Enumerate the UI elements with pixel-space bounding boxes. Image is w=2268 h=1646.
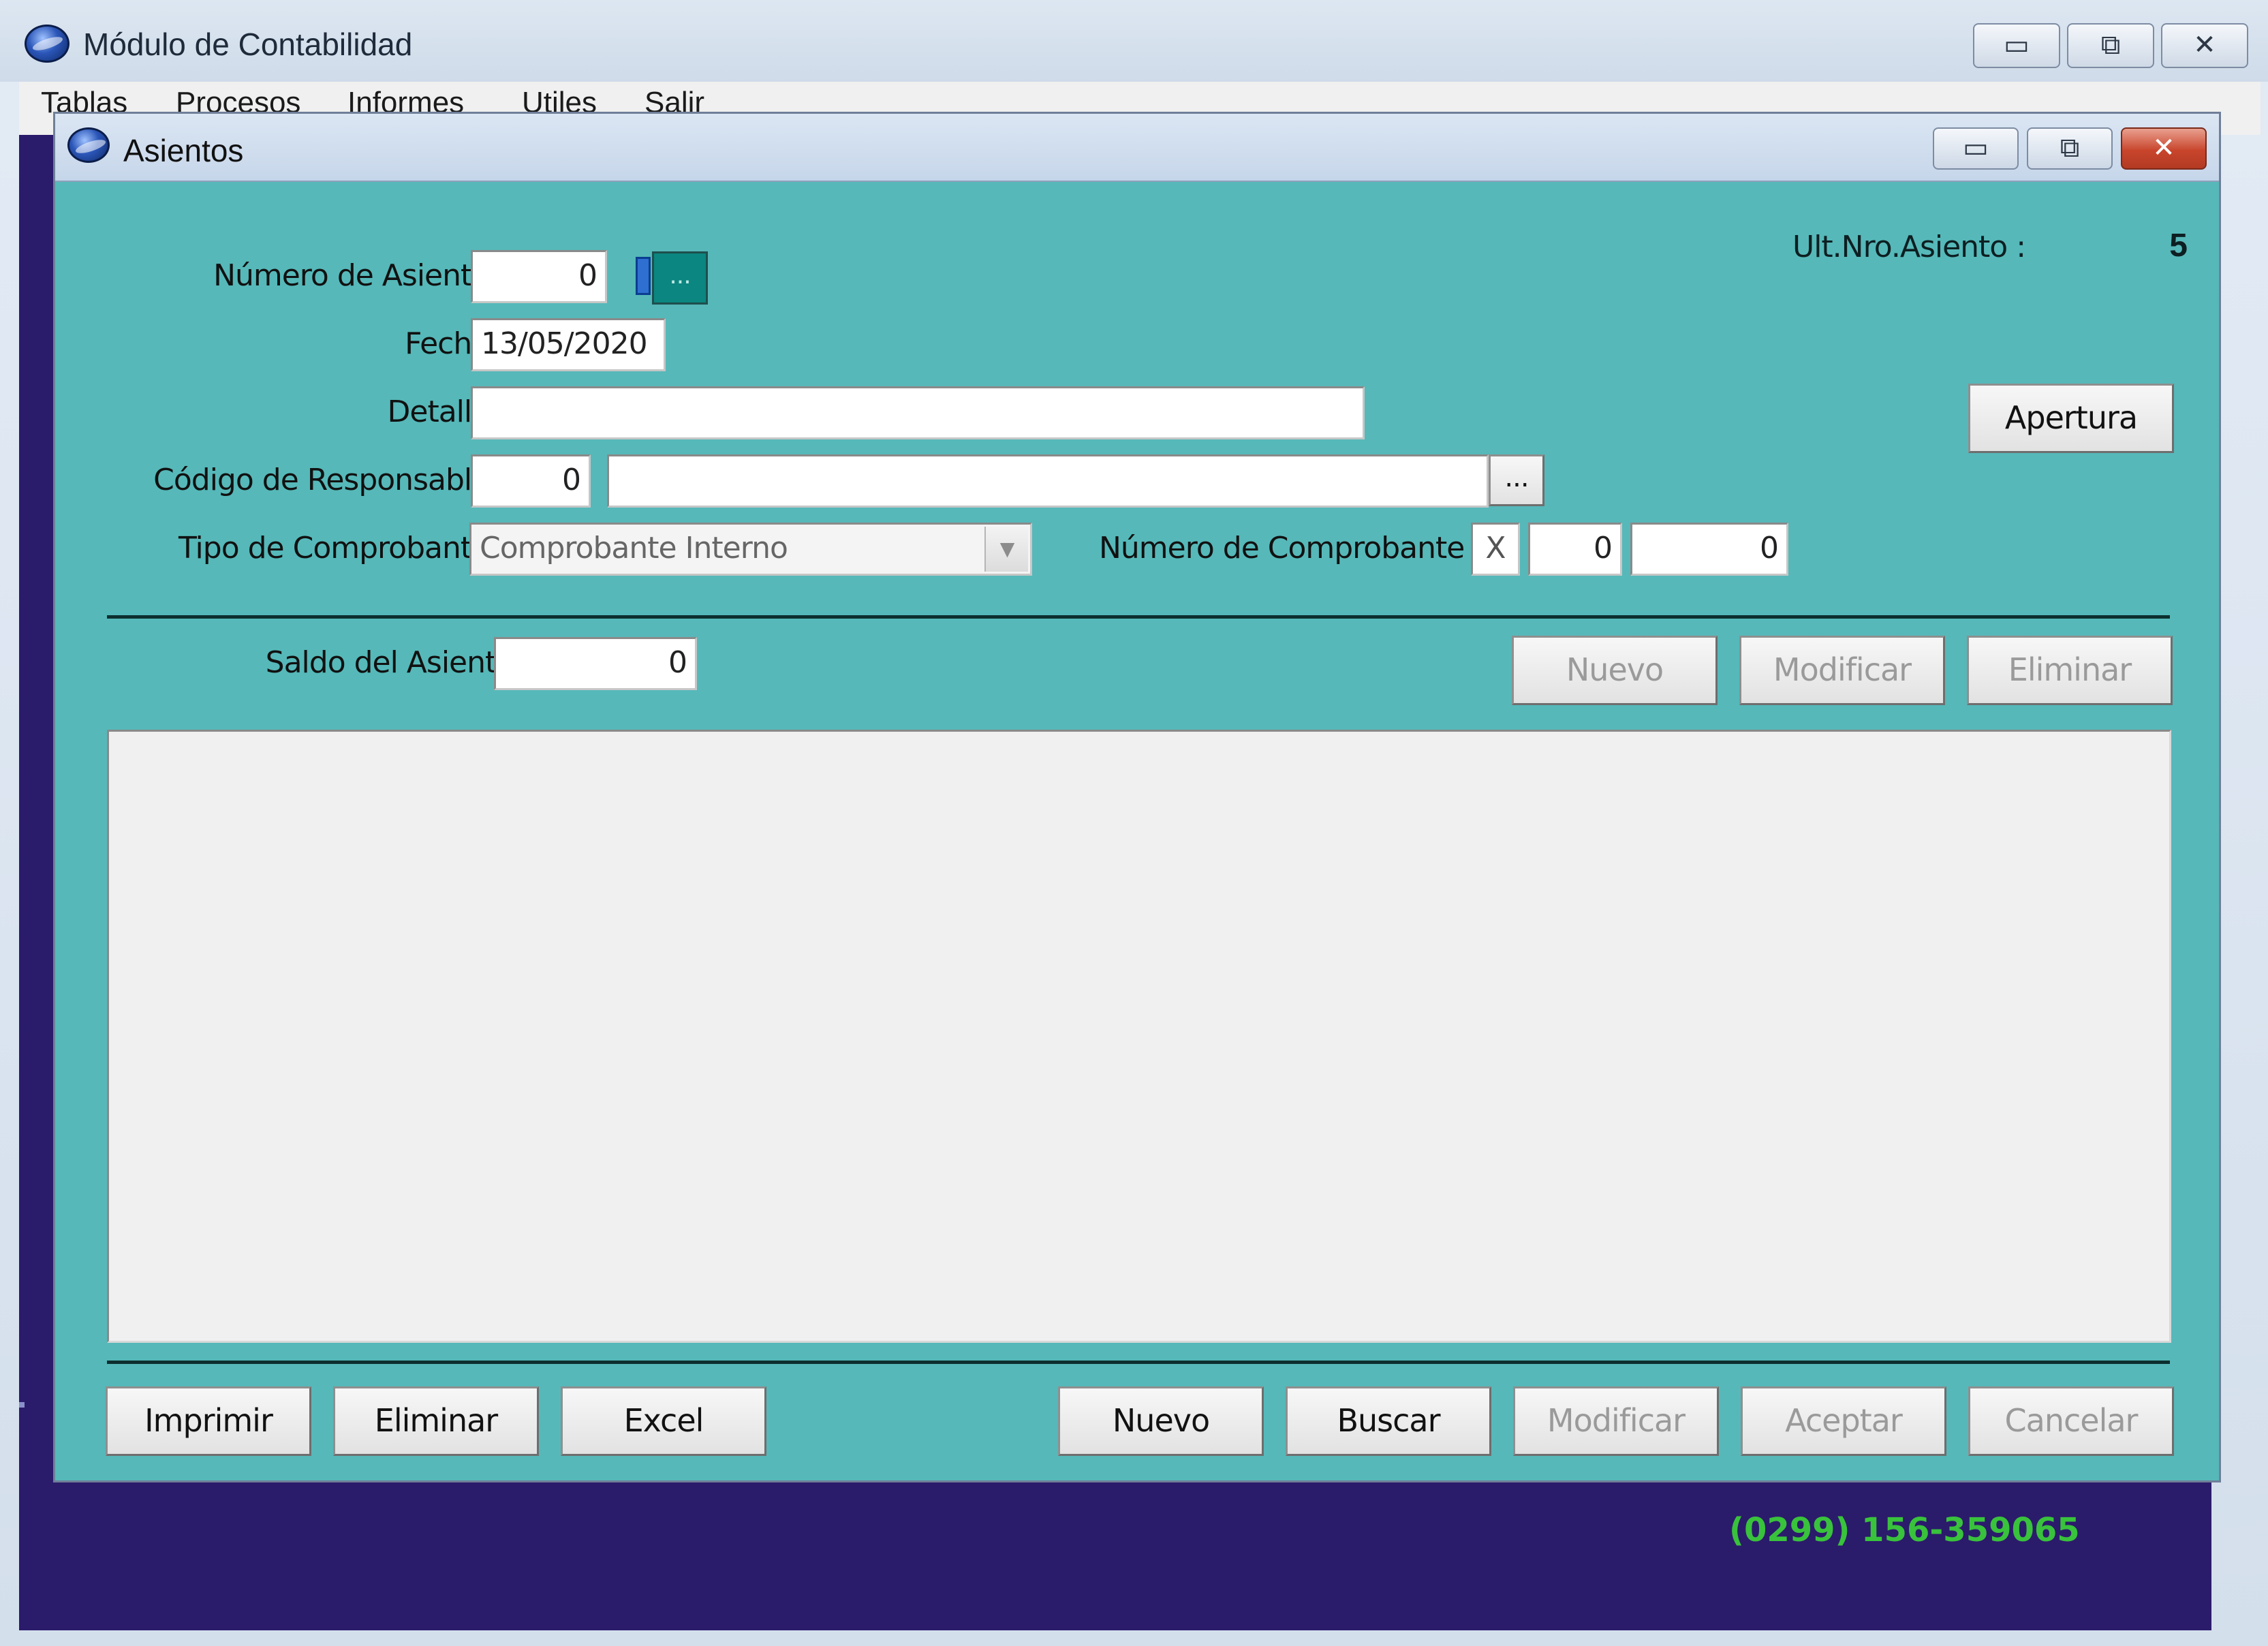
asiento-lines-grid[interactable] [107, 730, 2171, 1343]
codigo-responsable-label: Código de Responsable : [153, 463, 508, 497]
app-globe-icon [25, 25, 69, 63]
asientos-titlebar: Asientos ▭ ⧉ ✕ [55, 114, 2219, 182]
comprobante-letra-input[interactable]: X [1471, 523, 1520, 576]
linea-eliminar-button[interactable]: Eliminar [1967, 636, 2173, 705]
asientos-window: Asientos ▭ ⧉ ✕ Ult.Nro.Asiento : 5 Númer… [53, 112, 2221, 1482]
tipo-comprobante-select[interactable]: Comprobante Interno ▼ [469, 523, 1032, 576]
contact-phone: (0299) 156-359065 [1729, 1511, 2080, 1549]
numero-asiento-input[interactable]: 0 [471, 250, 607, 303]
cancelar-button[interactable]: Cancelar [1968, 1386, 2174, 1456]
imprimir-button[interactable]: Imprimir [106, 1386, 311, 1456]
ult-nro-asiento-value: 5 [2169, 228, 2188, 264]
modificar-button[interactable]: Modificar [1513, 1386, 1719, 1456]
comprobante-numero-input[interactable]: 0 [1630, 523, 1788, 576]
numero-asiento-label: Número de Asiento : [213, 258, 508, 293]
fecha-input[interactable]: 13/05/2020 [471, 318, 666, 371]
top-divider [107, 615, 2170, 619]
comprobante-punto-venta-input[interactable]: 0 [1528, 523, 1622, 576]
bottom-divider [107, 1361, 2170, 1364]
saldo-asiento-input: 0 [494, 637, 697, 690]
numero-asiento-lookup-button[interactable]: ... [652, 251, 708, 305]
eliminar-button[interactable]: Eliminar [333, 1386, 539, 1456]
aceptar-button[interactable]: Aceptar [1741, 1386, 1946, 1456]
main-maximize-button[interactable]: ⧉ [2067, 23, 2154, 68]
asientos-maximize-button[interactable]: ⧉ [2027, 127, 2113, 170]
dropdown-arrow-icon[interactable]: ▼ [984, 527, 1028, 572]
asientos-close-button[interactable]: ✕ [2121, 127, 2207, 170]
asientos-window-title: Asientos [123, 133, 244, 168]
main-window: Módulo de Contabilidad ▭ ⧉ ✕ Tablas Proc… [0, 0, 2268, 1646]
ult-nro-asiento-label: Ult.Nro.Asiento : [1792, 230, 2026, 264]
responsable-name-input[interactable] [607, 454, 1489, 508]
asientos-globe-icon [67, 127, 110, 163]
responsable-lookup-button[interactable]: ... [1489, 454, 1544, 506]
linea-nuevo-button[interactable]: Nuevo [1512, 636, 1718, 705]
codigo-responsable-input[interactable]: 0 [471, 454, 591, 508]
detalle-input[interactable] [471, 386, 1365, 439]
buscar-button[interactable]: Buscar [1286, 1386, 1491, 1456]
tipo-comprobante-label: Tipo de Comprobante : [178, 531, 508, 565]
numero-comprobante-label: Número de Comprobante : [1099, 531, 1483, 565]
text-cursor [636, 257, 651, 295]
asientos-minimize-button[interactable]: ▭ [1933, 127, 2019, 170]
main-window-title: Módulo de Contabilidad [83, 27, 413, 62]
main-titlebar: Módulo de Contabilidad ▭ ⧉ ✕ [0, 0, 2268, 82]
main-close-button[interactable]: ✕ [2161, 23, 2248, 68]
linea-modificar-button[interactable]: Modificar [1739, 636, 1945, 705]
apertura-button[interactable]: Apertura [1968, 384, 2174, 453]
nuevo-button[interactable]: Nuevo [1058, 1386, 1264, 1456]
tipo-comprobante-value: Comprobante Interno [480, 531, 788, 565]
saldo-asiento-label: Saldo del Asiento : [265, 645, 533, 680]
excel-button[interactable]: Excel [561, 1386, 766, 1456]
desktop-dot [19, 1402, 25, 1408]
main-minimize-button[interactable]: ▭ [1973, 23, 2060, 68]
